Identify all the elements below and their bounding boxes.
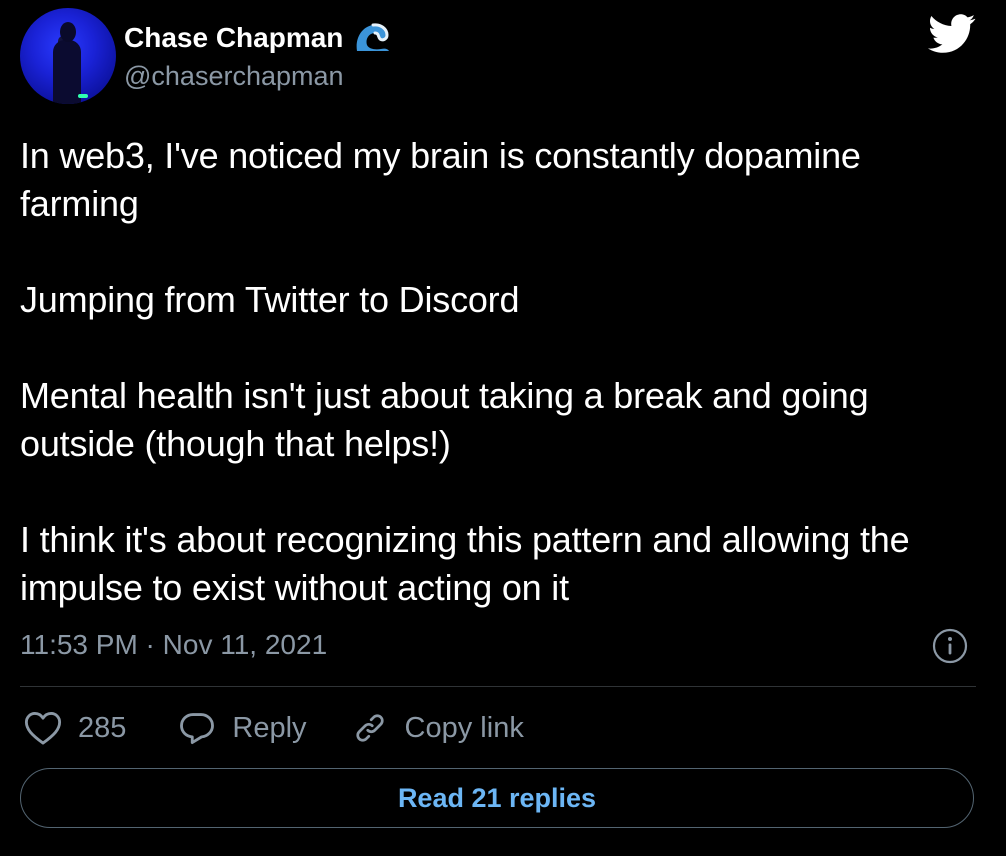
avatar[interactable] bbox=[20, 8, 116, 104]
tweet-timestamp[interactable]: 11:53 PM · Nov 11, 2021 bbox=[20, 626, 327, 664]
wave-icon bbox=[353, 21, 391, 55]
reply-bubble-icon bbox=[178, 710, 216, 746]
tweet-card: Chase Chapman @chaserchapman In web3, I'… bbox=[0, 0, 1006, 856]
tweet-paragraph: I think it's about recognizing this patt… bbox=[20, 519, 910, 608]
tweet-actions: 285 Reply Copy link bbox=[24, 706, 524, 750]
reply-button[interactable]: Reply bbox=[178, 706, 307, 750]
author-name-row: Chase Chapman bbox=[124, 20, 391, 56]
tweet-body: In web3, I've noticed my brain is consta… bbox=[20, 132, 986, 612]
info-icon[interactable] bbox=[932, 628, 968, 664]
heart-icon bbox=[24, 710, 62, 746]
avatar-figure-body bbox=[53, 40, 81, 104]
reply-label: Reply bbox=[232, 712, 307, 744]
copy-link-label: Copy link bbox=[404, 712, 524, 744]
avatar-figure-head bbox=[60, 22, 76, 42]
twitter-bird-icon[interactable] bbox=[928, 14, 976, 54]
divider bbox=[20, 686, 976, 687]
read-replies-button[interactable]: Read 21 replies bbox=[20, 768, 974, 828]
tweet-paragraph: Jumping from Twitter to Discord bbox=[20, 279, 520, 320]
like-count: 285 bbox=[78, 712, 127, 744]
author-handle[interactable]: @chaserchapman bbox=[124, 58, 344, 94]
link-icon bbox=[351, 710, 389, 746]
author-display-name[interactable]: Chase Chapman bbox=[124, 20, 343, 56]
copy-link-button[interactable]: Copy link bbox=[351, 706, 524, 750]
tweet-paragraph: In web3, I've noticed my brain is consta… bbox=[20, 135, 861, 224]
tweet-paragraph: Mental health isn't just about taking a … bbox=[20, 375, 869, 464]
like-button[interactable]: 285 bbox=[24, 706, 126, 750]
avatar-figure-glow bbox=[78, 94, 88, 98]
